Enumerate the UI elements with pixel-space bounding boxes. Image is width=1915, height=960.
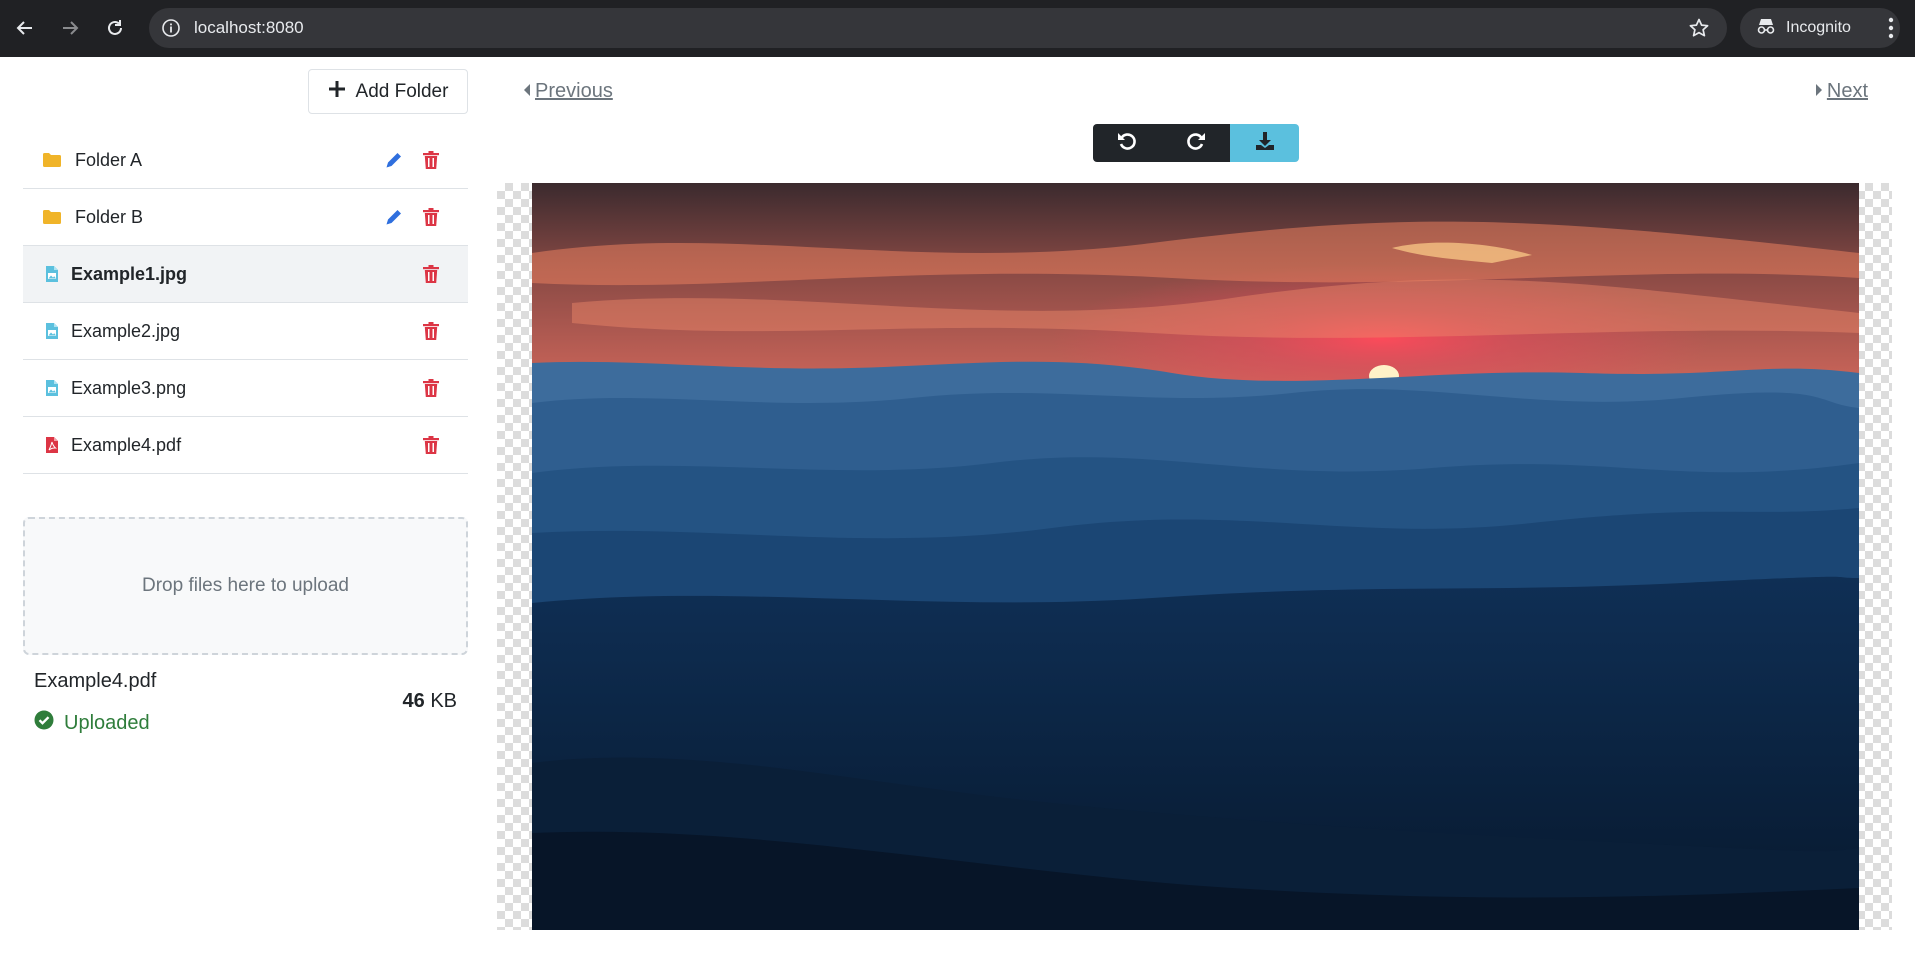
add-folder-label: Add Folder (355, 80, 449, 102)
rotate-left-icon (1116, 130, 1138, 157)
trash-icon[interactable] (420, 206, 442, 228)
trash-icon[interactable] (420, 149, 442, 171)
upload-status-text: Uploaded (64, 711, 150, 734)
plus-icon (328, 80, 346, 104)
download-icon (1255, 131, 1275, 156)
trash-icon[interactable] (420, 263, 442, 285)
star-icon[interactable] (1687, 16, 1711, 40)
previous-label: Previous (535, 80, 613, 102)
upload-size-unit: KB (430, 690, 457, 712)
file-row-selected[interactable]: Example1.jpg (23, 246, 468, 303)
uploaded-file-name: Example4.pdf (34, 670, 157, 692)
image-preview (532, 183, 1859, 930)
folder-name: Folder A (75, 150, 143, 170)
upload-size: 46 KB (403, 690, 458, 713)
trash-icon[interactable] (420, 377, 442, 399)
file-row[interactable]: Example2.jpg (23, 303, 468, 360)
next-link[interactable]: Next (1815, 80, 1868, 103)
forward-arrow-icon[interactable] (55, 13, 85, 43)
upload-status: Uploaded (34, 710, 150, 736)
rotate-left-button[interactable] (1093, 124, 1162, 162)
file-image-icon (42, 321, 62, 341)
file-name: Example1.jpg (71, 264, 188, 284)
check-circle-icon (34, 710, 54, 736)
file-row[interactable]: Example3.png (23, 360, 468, 417)
trash-icon[interactable] (420, 320, 442, 342)
upload-dropzone[interactable]: Drop files here to upload (23, 517, 468, 655)
incognito-badge[interactable]: Incognito (1740, 8, 1900, 48)
file-pdf-icon (42, 435, 62, 455)
next-label: Next (1826, 80, 1868, 102)
file-name: Example2.jpg (71, 321, 181, 341)
dropzone-text: Drop files here to upload (141, 575, 349, 596)
incognito-label: Incognito (1786, 19, 1851, 36)
caret-left-icon (523, 80, 531, 103)
more-vert-icon[interactable] (1878, 14, 1904, 42)
file-image-icon (42, 378, 62, 398)
rotate-right-button[interactable] (1161, 124, 1231, 162)
file-image-icon (42, 264, 62, 284)
file-list: Folder A Folder B Example1.jpg Example2.… (23, 132, 468, 474)
file-name: Example4.pdf (71, 435, 182, 455)
previous-link[interactable]: Previous (523, 80, 613, 103)
folder-icon (42, 150, 62, 170)
info-icon[interactable] (159, 16, 183, 40)
rotate-right-icon (1185, 130, 1207, 157)
pencil-icon[interactable] (383, 149, 405, 171)
browser-toolbar: localhost:8080 Incognito (0, 0, 1915, 57)
add-folder-button[interactable]: Add Folder (308, 69, 468, 114)
caret-right-icon (1815, 80, 1823, 103)
pencil-icon[interactable] (383, 206, 405, 228)
trash-icon[interactable] (420, 434, 442, 456)
folder-row[interactable]: Folder B (23, 189, 468, 246)
download-button[interactable] (1230, 124, 1299, 162)
back-arrow-icon[interactable] (10, 13, 40, 43)
folder-name: Folder B (75, 207, 144, 227)
image-toolbar (1093, 124, 1299, 162)
folder-row[interactable]: Folder A (23, 132, 468, 189)
address-bar[interactable]: localhost:8080 (149, 8, 1727, 48)
file-name: Example3.png (71, 378, 187, 398)
file-row[interactable]: Example4.pdf (23, 417, 468, 474)
upload-size-value: 46 (402, 690, 425, 712)
incognito-icon (1756, 17, 1776, 40)
folder-icon (42, 207, 62, 227)
reload-icon[interactable] (100, 13, 130, 43)
url-text: localhost:8080 (194, 18, 304, 37)
